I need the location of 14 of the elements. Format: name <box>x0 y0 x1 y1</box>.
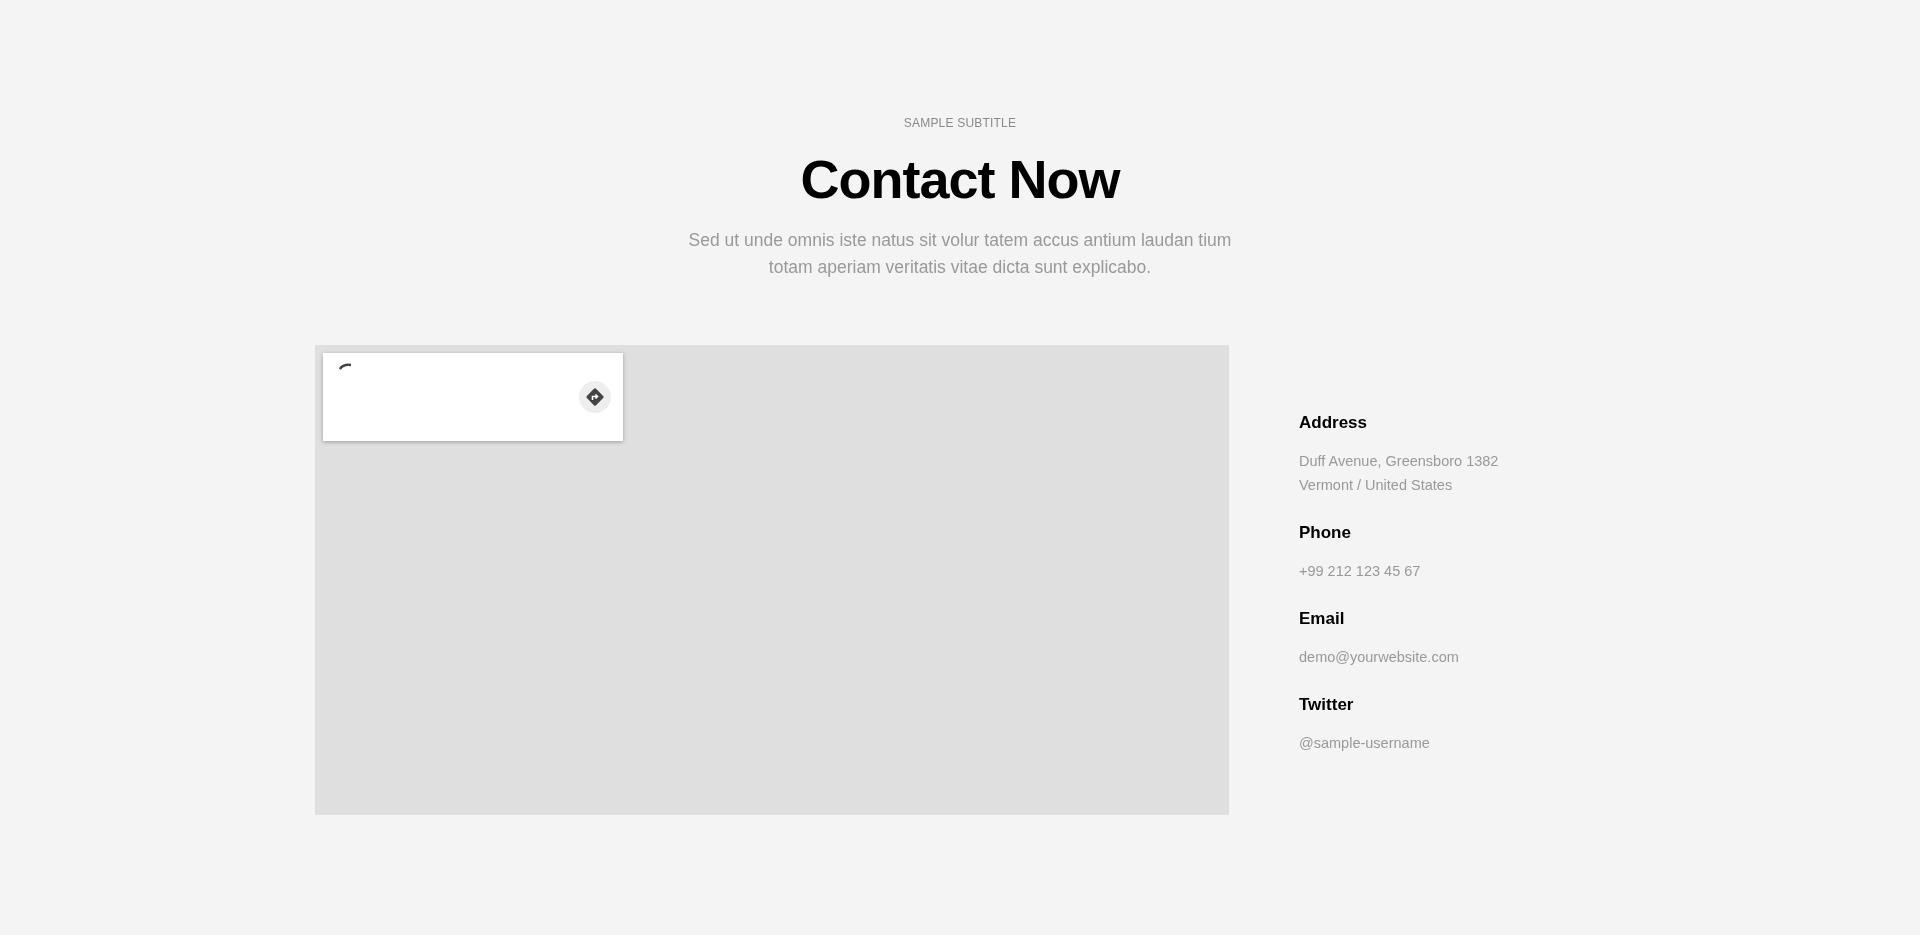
directions-icon <box>585 387 605 408</box>
contact-value: Vermont / United States <box>1299 476 1454 496</box>
contact-value: @sample-username <box>1299 734 1431 754</box>
section-subtitle: SAMPLE SUBTITLE <box>903 116 1017 130</box>
contact-label: Phone <box>1299 523 1352 544</box>
section-title: Contact Now <box>800 150 1120 210</box>
contact-value: demo@yourwebsite.com <box>1299 648 1460 668</box>
contact-label: Email <box>1299 609 1346 630</box>
contact-label: Address <box>1299 413 1369 434</box>
directions-button[interactable] <box>579 381 611 414</box>
contact-value: Duff Avenue, Greensboro 1382 <box>1299 452 1499 472</box>
contact-label: Twitter <box>1299 695 1355 716</box>
section-description: Sed ut unde omnis iste natus sit volur tatem accus antium laudan tium totam aperiam veritatis vitae dicta sunt explicabo. <box>688 229 1232 280</box>
contact-value: +99 212 123 45 67 <box>1299 562 1422 582</box>
